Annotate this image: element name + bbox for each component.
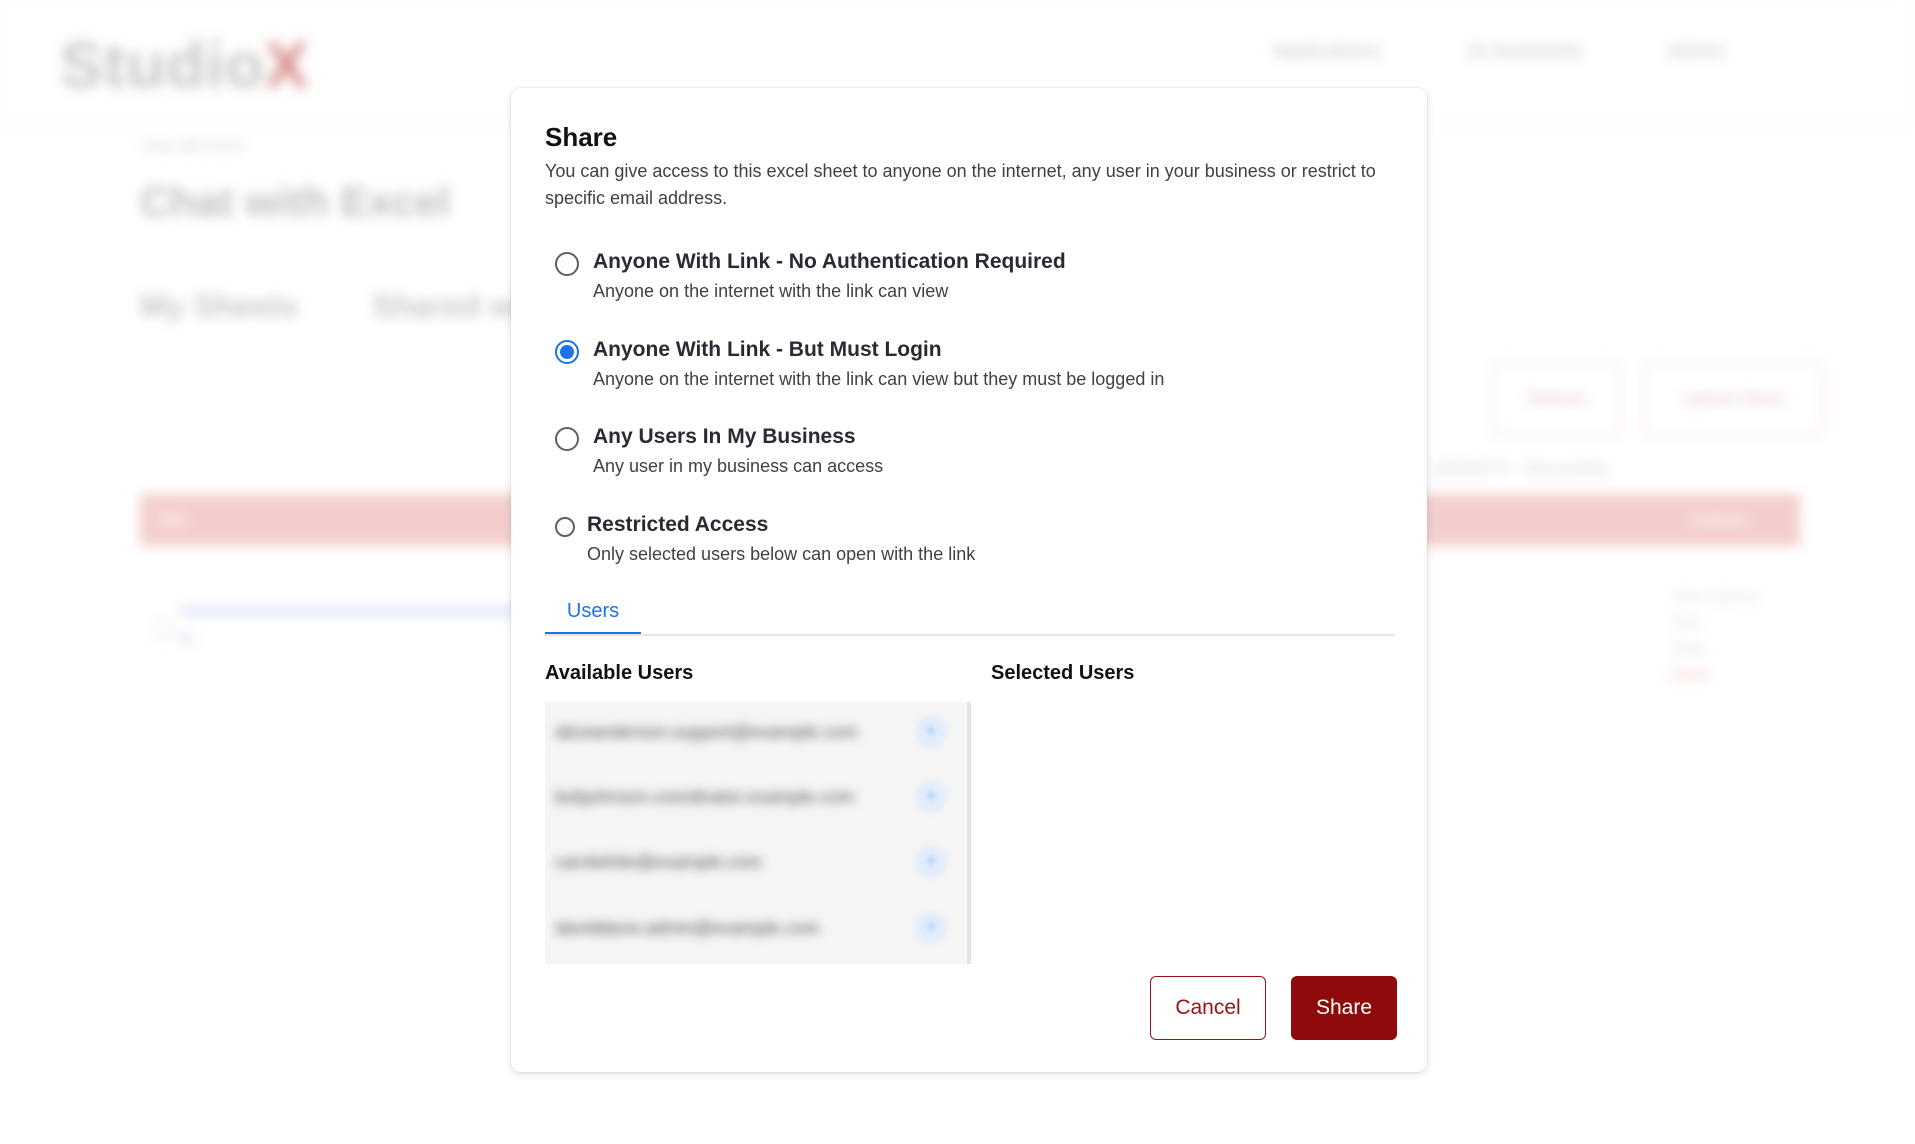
share-dialog: Share You can give access to this excel … bbox=[511, 88, 1427, 1072]
option-label: Anyone With Link - But Must Login bbox=[593, 338, 942, 361]
radio-business-users[interactable] bbox=[555, 427, 579, 451]
selected-users-heading: Selected Users bbox=[991, 662, 1135, 684]
add-user-button[interactable]: + bbox=[915, 912, 947, 944]
sort-control: Updated At · Descending bbox=[1430, 460, 1608, 477]
refresh-button: Refresh bbox=[1492, 362, 1622, 436]
available-users-heading: Available Users bbox=[545, 662, 694, 684]
file-link-tail bbox=[180, 636, 194, 642]
tab-bar: Users bbox=[545, 600, 1395, 636]
option-label: Any Users In My Business bbox=[593, 425, 856, 448]
breadcrumb: Chat with Excel bbox=[140, 138, 244, 155]
available-users-list[interactable]: aliceanderson.support@example.com + bobj… bbox=[545, 702, 969, 964]
radio-anyone-must-login[interactable] bbox=[555, 340, 579, 364]
user-email: daviddavis.admin@example.com bbox=[555, 918, 820, 938]
user-email: carolwhite@example.com bbox=[555, 852, 762, 872]
action-chat: Chat bbox=[1670, 614, 1700, 630]
dialog-description: You can give access to this excel sheet … bbox=[545, 161, 1376, 208]
option-label: Restricted Access bbox=[587, 513, 769, 536]
tab-shared: Shared wi bbox=[372, 288, 524, 324]
list-item[interactable]: daviddavis.admin@example.com + bbox=[555, 908, 955, 948]
action-view-columns: View Columns bbox=[1670, 588, 1760, 604]
file-link bbox=[180, 608, 520, 614]
nav-applications: Applications bbox=[1272, 40, 1380, 62]
studiox-logo: StudioX bbox=[60, 29, 309, 101]
add-user-button[interactable]: + bbox=[915, 846, 947, 878]
list-item[interactable]: bobjohnson.coordinator.example.com + bbox=[555, 777, 955, 817]
table-header-actions: Actions bbox=[1690, 512, 1749, 529]
option-description: Only selected users below can open with … bbox=[587, 544, 976, 564]
add-user-button[interactable]: + bbox=[915, 716, 947, 748]
page-title: Chat with Excel bbox=[140, 178, 451, 225]
tab-my-sheets: My Sheets bbox=[140, 288, 299, 324]
option-description: Anyone on the internet with the link can… bbox=[593, 281, 949, 301]
action-share: Share bbox=[1670, 640, 1708, 656]
user-list-scrollbar[interactable] bbox=[967, 702, 971, 964]
screen: StudioX Applications AI Assistants Admin… bbox=[0, 0, 1915, 1144]
radio-anyone-no-auth[interactable] bbox=[555, 252, 579, 276]
user-email: aliceanderson.support@example.com bbox=[555, 722, 858, 742]
list-item[interactable]: carolwhite@example.com + bbox=[555, 842, 955, 882]
cancel-button[interactable]: Cancel bbox=[1150, 976, 1266, 1040]
list-item[interactable]: aliceanderson.support@example.com + bbox=[555, 712, 955, 752]
share-button[interactable]: Share bbox=[1291, 976, 1397, 1040]
option-description: Any user in my business can access bbox=[593, 456, 884, 476]
dialog-title: Share bbox=[545, 122, 618, 152]
user-email: bobjohnson.coordinator.example.com bbox=[555, 787, 855, 807]
nav-admin: Admin bbox=[1668, 40, 1725, 62]
upload-sheet-button: Upload Sheet bbox=[1642, 362, 1824, 436]
radio-restricted-access[interactable] bbox=[555, 517, 575, 537]
action-delete: Delete bbox=[1670, 666, 1711, 682]
table-header-file: File bbox=[158, 512, 186, 529]
file-icon bbox=[152, 618, 174, 640]
add-user-button[interactable]: + bbox=[915, 781, 947, 813]
nav-ai-assistants: AI Assistants bbox=[1468, 40, 1583, 62]
tab-users[interactable]: Users bbox=[545, 600, 641, 634]
option-label: Anyone With Link - No Authentication Req… bbox=[593, 250, 1066, 273]
option-description: Anyone on the internet with the link can… bbox=[593, 369, 1165, 389]
